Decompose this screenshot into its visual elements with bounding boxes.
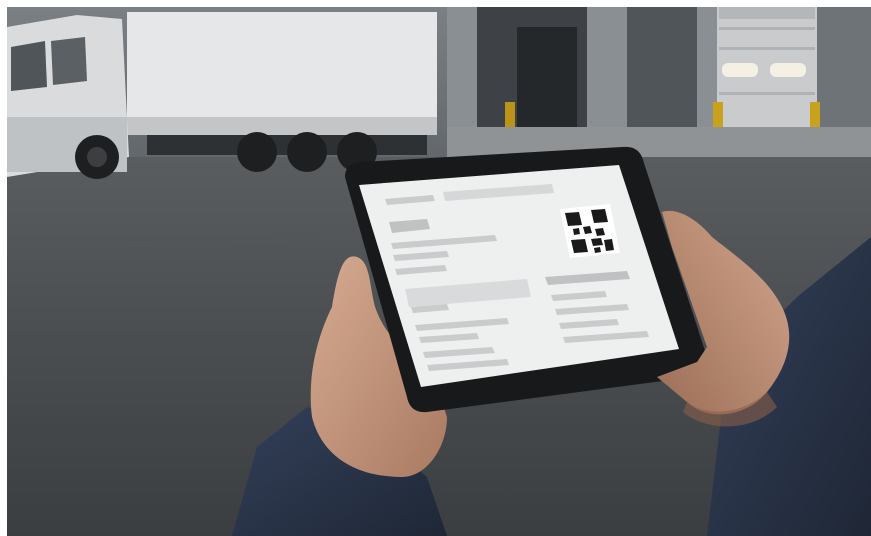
dock-light <box>770 63 806 77</box>
dock-light <box>722 63 758 77</box>
trailer <box>127 12 437 134</box>
qr-code-icon <box>560 204 620 258</box>
warehouse-photo <box>7 7 871 536</box>
truck <box>7 12 437 179</box>
loading-docks <box>447 7 871 172</box>
photo-illustration <box>7 7 871 536</box>
